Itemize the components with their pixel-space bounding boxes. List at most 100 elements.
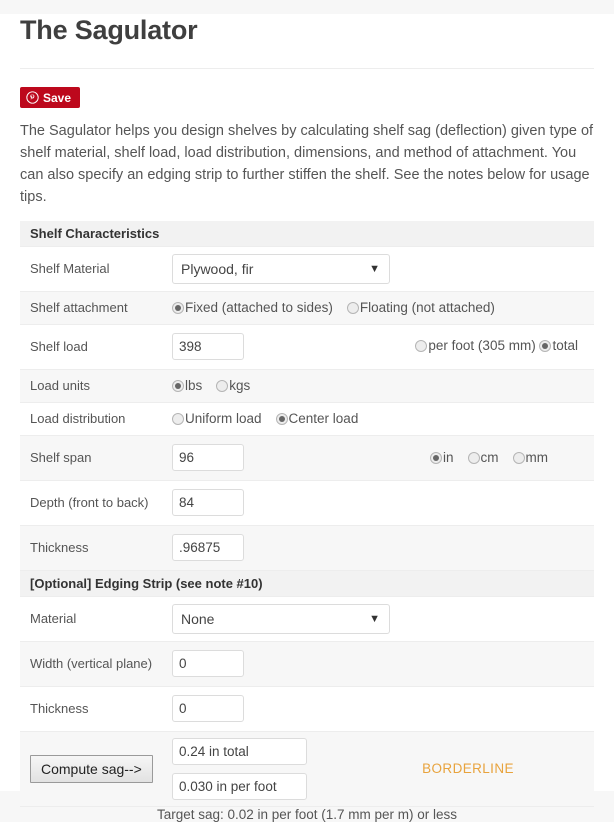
sagulator-form: Shelf Characteristics Shelf Material Ply… [20,220,594,822]
radio-load-total[interactable]: total [539,338,578,353]
row-shelf-thickness: Thickness [20,525,594,571]
cell-load-units-control: lbs kgs [172,369,594,403]
shelf-load-input[interactable] [172,333,244,361]
radio-units-kgs-input[interactable] [216,380,229,393]
result-total-sag-input[interactable] [172,737,307,765]
shelf-material-select[interactable]: Plywood, fir [172,253,390,284]
cell-shelf-load-radios: per foot (305 mm) total [402,333,594,361]
row-edging-width: Width (vertical plane) [20,641,594,687]
row-shelf-material: Shelf Material Plywood, fir ▼ [20,246,594,292]
shelf-span-inner-table: in cm mm [172,444,594,472]
row-load-distribution: Load distribution Uniform load Center loa… [20,402,594,436]
radio-span-cm-input[interactable] [467,452,480,465]
cell-shelf-span-control: in cm mm [172,435,594,481]
cell-shelf-thickness-control [172,525,594,571]
shelf-thickness-input[interactable] [172,534,244,562]
radio-span-cm-label: cm [480,450,499,466]
pinterest-save-button[interactable]: Save [20,87,81,109]
label-shelf-attachment: Shelf attachment [20,291,172,325]
radio-span-in-input[interactable] [429,452,442,465]
row-shelf-attachment: Shelf attachment Fixed (attached to side… [20,291,594,325]
radio-attachment-floating-label: Floating (not attached) [359,300,495,316]
label-load-units: Load units [20,369,172,403]
label-edging-material: Material [20,596,172,642]
cell-edging-thickness-control [172,686,594,732]
target-sag-note: Target sag: 0.02 in per foot (1.7 mm per… [156,806,458,822]
shelf-attachment-radio-group: Fixed (attached to sides) Floating (not a… [172,300,495,315]
radio-attachment-floating-input[interactable] [346,302,359,315]
page-title: The Sagulator [20,15,198,45]
radio-units-kgs-label: kgs [229,378,251,394]
shelf-depth-input[interactable] [172,489,244,517]
cell-load-distribution-control: Uniform load Center load [172,402,594,436]
cell-verdict: BORDERLINE [342,737,594,800]
radio-attachment-fixed-input[interactable] [172,302,184,315]
cell-shelf-load-input [172,333,402,361]
radio-span-in-label: in [442,450,454,466]
row-shelf-depth: Depth (front to back) [20,480,594,526]
cell-shelf-material-control: Plywood, fir ▼ [172,246,594,292]
radio-units-lbs-input[interactable] [172,380,184,393]
radio-attachment-fixed[interactable]: Fixed (attached to sides) [172,300,333,315]
cell-shelf-attachment-control: Fixed (attached to sides) Floating (not a… [172,291,594,325]
radio-load-total-label: total [552,338,578,354]
compute-sag-button[interactable]: Compute sag--> [30,754,153,783]
edging-material-select[interactable]: None [172,603,390,634]
row-edging-thickness: Thickness [20,686,594,732]
radio-units-kgs[interactable]: kgs [216,378,250,393]
label-shelf-depth: Depth (front to back) [20,480,172,526]
section-header-shelf: Shelf Characteristics [20,220,594,247]
section-header-edging-label: [Optional] Edging Strip (see note #10) [20,570,594,597]
results-inner-table: BORDERLINE [172,737,594,800]
edging-material-select-wrap: None ▼ [172,603,390,634]
radio-span-mm[interactable]: mm [512,450,549,466]
radio-units-lbs[interactable]: lbs [172,378,202,393]
cell-shelf-load-control: per foot (305 mm) total [172,324,594,370]
radio-span-cm[interactable]: cm [467,450,499,466]
cell-compute-results: BORDERLINE [172,731,594,807]
cell-edging-material-control: None ▼ [172,596,594,642]
save-button-label: Save [43,90,72,105]
shelf-material-select-wrap: Plywood, fir ▼ [172,253,390,284]
radio-distribution-center-input[interactable] [275,413,288,426]
radio-units-lbs-label: lbs [185,378,203,394]
shelf-load-inner-table: per foot (305 mm) total [172,333,594,361]
cell-result-inputs [172,737,342,800]
radio-load-per-foot[interactable]: per foot (305 mm) [415,338,536,353]
section-header-edging: [Optional] Edging Strip (see note #10) [20,570,594,597]
label-edging-width: Width (vertical plane) [20,641,172,687]
radio-load-total-input[interactable] [539,340,552,353]
edging-width-input[interactable] [172,650,244,678]
label-shelf-material: Shelf Material [20,246,172,292]
radio-span-mm-input[interactable] [512,452,525,465]
radio-distribution-uniform[interactable]: Uniform load [172,411,262,426]
radio-attachment-floating[interactable]: Floating (not attached) [346,300,495,316]
page-root: The Sagulator Save The Sagulator helps y… [0,14,614,822]
cell-compute-button: Compute sag--> [20,731,172,807]
load-units-radio-group: lbs kgs [172,378,250,393]
pinterest-icon [26,91,39,105]
row-target-sag: Target sag: 0.02 in per foot (1.7 mm per… [20,806,594,822]
row-load-units: Load units lbs kgs [20,369,594,403]
cell-edging-width-control [172,641,594,687]
radio-span-in[interactable]: in [429,450,454,466]
status-badge: BORDERLINE [422,761,514,777]
radio-span-mm-label: mm [525,450,549,466]
row-shelf-load: Shelf load per foot (305 mm) total [20,324,594,370]
cell-shelf-span-input [172,444,422,472]
edging-thickness-input[interactable] [172,695,244,723]
radio-load-per-foot-input[interactable] [415,340,428,353]
cell-shelf-depth-control [172,480,594,526]
row-shelf-span: Shelf span in cm mm [20,435,594,481]
shelf-span-input[interactable] [172,444,244,472]
radio-distribution-uniform-input[interactable] [172,413,184,426]
row-compute: Compute sag--> BORDERLINE [20,731,594,807]
title-divider [20,68,594,70]
label-edging-thickness: Thickness [20,686,172,732]
intro-paragraph: The Sagulator helps you design shelves b… [20,123,594,206]
label-shelf-load: Shelf load [20,324,172,370]
radio-distribution-center[interactable]: Center load [275,411,358,426]
radio-distribution-uniform-label: Uniform load [185,411,262,427]
section-header-shelf-label: Shelf Characteristics [20,220,594,247]
load-distribution-radio-group: Uniform load Center load [172,411,358,426]
